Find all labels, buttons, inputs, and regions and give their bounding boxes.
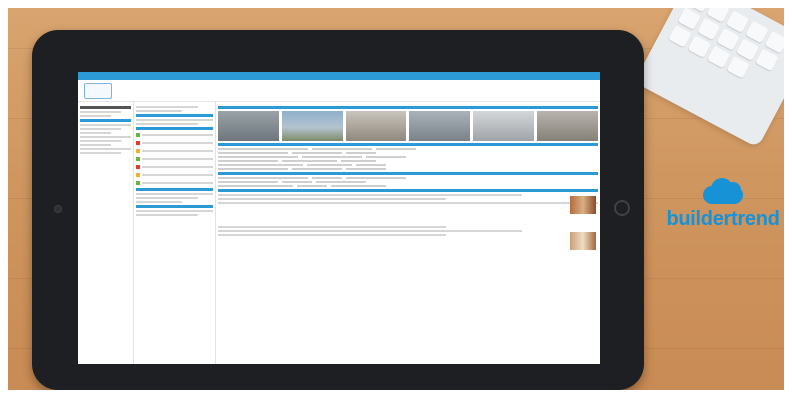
comment-photo[interactable] [570, 232, 596, 250]
desk-background: buildertrend [8, 8, 784, 390]
tablet-screen [78, 72, 600, 364]
cloud-icon [697, 176, 749, 204]
project-photo[interactable] [218, 111, 279, 141]
home-button[interactable] [614, 200, 630, 216]
project-photo[interactable] [281, 111, 343, 141]
app-logo [84, 82, 112, 99]
project-photo[interactable] [537, 111, 598, 141]
keyboard [634, 8, 784, 148]
photo-strip [218, 111, 598, 141]
project-photo[interactable] [345, 111, 407, 141]
project-photo[interactable] [473, 111, 535, 141]
camera-icon [54, 205, 62, 213]
app-sidebar [78, 102, 134, 364]
brand-logo: buildertrend [648, 176, 784, 231]
app-top-nav [78, 72, 600, 80]
tablet-device [32, 30, 644, 390]
app-main-content [216, 102, 600, 364]
brand-name: buildertrend [666, 208, 780, 230]
app-header [78, 80, 600, 102]
comment-photo[interactable] [570, 196, 596, 214]
app-summary-panel [134, 102, 216, 364]
project-photo[interactable] [409, 111, 471, 141]
app-body [78, 102, 600, 364]
